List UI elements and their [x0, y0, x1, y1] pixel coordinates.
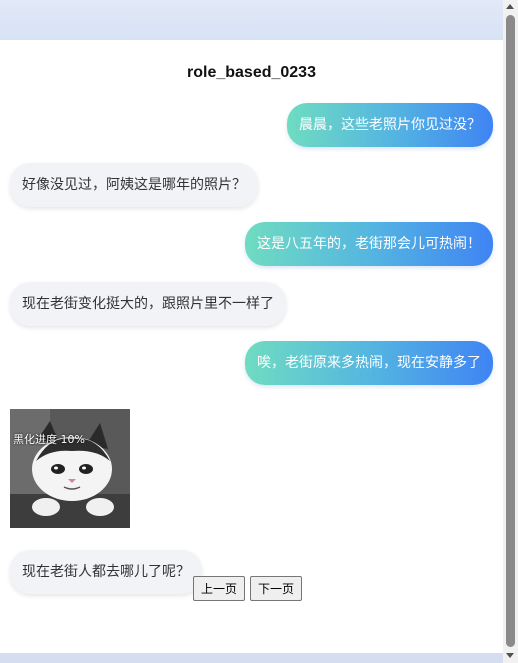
scroll-down-arrow-icon[interactable] — [506, 653, 514, 658]
scroll-thumb[interactable] — [506, 15, 515, 647]
outgoing-message: 这是八五年的，老街那会儿可热闹！ — [245, 222, 493, 266]
message-row: 现在老街变化挺大的，跟照片里不一样了 — [10, 282, 286, 326]
outgoing-message: 唉，老街原来多热闹，现在安静多了 — [245, 341, 493, 385]
incoming-message: 好像没见过，阿姨这是哪年的照片？ — [10, 163, 258, 207]
pagination: 上一页 下一页 — [193, 576, 303, 601]
prev-page-button[interactable]: 上一页 — [193, 576, 246, 601]
incoming-message: 现在老街人都去哪儿了呢？ — [10, 550, 202, 594]
page-title: role_based_0233 — [187, 64, 316, 81]
sticker-caption: 黑化进度 10% — [13, 433, 85, 446]
top-band — [0, 0, 503, 40]
scroll-up-arrow-icon[interactable] — [506, 4, 514, 9]
vertical-scrollbar[interactable] — [503, 0, 518, 663]
message-row: 晨晨，这些老照片你见过没？ — [287, 103, 493, 147]
bottom-band — [0, 653, 503, 663]
message-row: 好像没见过，阿姨这是哪年的照片？ — [10, 163, 258, 207]
message-row: 这是八五年的，老街那会儿可热闹！ — [245, 222, 493, 266]
message-row: 唉，老街原来多热闹，现在安静多了 — [245, 341, 493, 385]
crying-cat-sticker: 黑化进度 10% — [10, 409, 130, 528]
incoming-message: 现在老街变化挺大的，跟照片里不一样了 — [10, 282, 286, 326]
message-row: 现在老街人都去哪儿了呢？ — [10, 550, 202, 594]
outgoing-message: 晨晨，这些老照片你见过没？ — [287, 103, 493, 147]
next-page-button[interactable]: 下一页 — [250, 576, 303, 601]
cat-icon — [10, 409, 130, 528]
chat-card: role_based_0233 晨晨，这些老照片你见过没？ 好像没见过，阿姨这是… — [0, 40, 503, 653]
